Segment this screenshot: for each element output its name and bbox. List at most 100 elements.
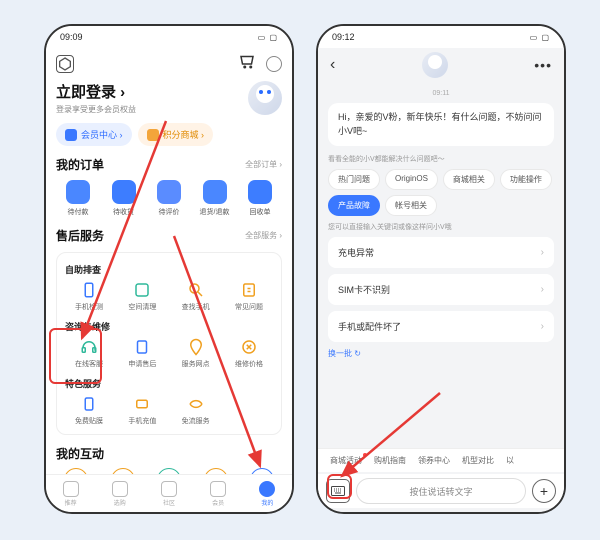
- top-bar: [56, 48, 282, 79]
- order-refund[interactable]: 退货/退款: [195, 180, 235, 217]
- quick-row: 商城活动 购机指南 领券中心 机型对比 以: [318, 448, 564, 472]
- quick-more[interactable]: 以: [506, 455, 514, 466]
- service-more[interactable]: 全部服务 ›: [245, 230, 282, 241]
- list-charging[interactable]: 充电异常›: [328, 237, 554, 268]
- chat-icon: [157, 180, 181, 204]
- keyboard-button[interactable]: [326, 479, 350, 503]
- find-phone[interactable]: 查找手机: [172, 280, 220, 312]
- doc-icon: [132, 337, 152, 357]
- nav-mine[interactable]: 我的: [259, 481, 275, 507]
- pill-row: 会员中心 › 积分商城 ›: [56, 123, 282, 146]
- headset-icon: [79, 337, 99, 357]
- voice-input[interactable]: 按住说话转文字: [356, 478, 526, 504]
- phone-check[interactable]: 手机检测: [65, 280, 113, 312]
- status-time: 09:12: [332, 32, 355, 42]
- theme-icon[interactable]: [266, 56, 282, 72]
- phone-right: 09:12 ▭ ▢ ‹ ••• 09:11 Hi，亲爱的V粉，新年快乐！有什么问…: [316, 24, 566, 514]
- faq[interactable]: 常见问题: [225, 280, 273, 312]
- phone-icon: [79, 280, 99, 300]
- box-icon: [112, 180, 136, 204]
- chip-product-fault[interactable]: 产品故障: [328, 195, 380, 216]
- orders-head: 我的订单 全部订单 ›: [56, 156, 282, 173]
- login-sub: 登录享受更多会员权益: [56, 104, 136, 115]
- cart-icon[interactable]: [238, 52, 256, 75]
- chip-account[interactable]: 帐号相关: [385, 195, 437, 216]
- orders-row: 待付款 待收货 待评价 退货/退款 回收单: [56, 180, 282, 217]
- apply-service[interactable]: 申请售后: [118, 337, 166, 369]
- free-flow[interactable]: 免流服务: [172, 394, 220, 426]
- more-icon[interactable]: •••: [534, 57, 552, 73]
- order-pending-receive[interactable]: 待收货: [104, 180, 144, 217]
- chevron-right-icon: ›: [541, 321, 544, 332]
- status-icons: ▭ ▢: [258, 33, 278, 42]
- order-pending-pay[interactable]: 待付款: [58, 180, 98, 217]
- chevron-right-icon: ›: [541, 284, 544, 295]
- phone-recharge[interactable]: 手机充值: [118, 394, 166, 426]
- content-area: 立即登录 › 登录享受更多会员权益 会员中心 › 积分商城 › 我的订单 全部订…: [46, 48, 292, 474]
- order-pending-review[interactable]: 待评价: [149, 180, 189, 217]
- greeting-bubble: Hi，亲爱的V粉，新年快乐！有什么问题，不妨问问小V吧~: [328, 103, 554, 146]
- nav-recommend[interactable]: 推荐: [63, 481, 79, 507]
- orders-title: 我的订单: [56, 156, 104, 173]
- price-icon: [239, 337, 259, 357]
- service-head: 售后服务 全部服务 ›: [56, 227, 282, 244]
- order-recycle[interactable]: 回收单: [240, 180, 280, 217]
- nav-member[interactable]: 会员: [210, 481, 226, 507]
- search-icon: [186, 280, 206, 300]
- phone-left: 09:09 ▭ ▢ 立即登录 › 登录享受更多会员权益 会员中心 › 积分商城 …: [44, 24, 294, 514]
- chevron-right-icon: ›: [541, 247, 544, 258]
- list-sim[interactable]: SIM卡不识别›: [328, 274, 554, 305]
- online-service[interactable]: 在线客服: [65, 337, 113, 369]
- service-card: 自助排查 手机检测 空间清理 查找手机 常见问题 咨询与维修 在线客服 申请售后…: [56, 252, 282, 435]
- chip-hot[interactable]: 热门问题: [328, 169, 380, 190]
- chip-originos[interactable]: OriginOS: [385, 169, 438, 190]
- wallet-icon: [66, 180, 90, 204]
- quick-compare[interactable]: 机型对比: [462, 455, 494, 466]
- orders-more[interactable]: 全部订单 ›: [245, 159, 282, 170]
- status-time: 09:09: [60, 32, 83, 42]
- status-bar: 09:12 ▭ ▢: [318, 26, 564, 48]
- hint-2: 您可以直接输入关键词或像这样问小V哦: [328, 222, 554, 232]
- flow-icon: [186, 394, 206, 414]
- quick-activity[interactable]: 商城活动: [330, 455, 362, 466]
- chat-screen: ‹ ••• 09:11 Hi，亲爱的V粉，新年快乐！有什么问题，不妨问问小V吧~…: [318, 48, 564, 512]
- refund-icon: [203, 180, 227, 204]
- repair-price[interactable]: 维修价格: [225, 337, 273, 369]
- heart-icon: [63, 481, 79, 497]
- points-mall-pill[interactable]: 积分商城 ›: [138, 123, 214, 146]
- member-center-pill[interactable]: 会员中心 ›: [56, 123, 132, 146]
- hint-1: 看看全能的小V都能解决什么问题吧～: [328, 154, 554, 164]
- space-clean[interactable]: 空间清理: [118, 280, 166, 312]
- chip-mall[interactable]: 商城相关: [443, 169, 495, 190]
- film-icon: [79, 394, 99, 414]
- consult-title: 咨询与维修: [65, 320, 273, 333]
- refresh-button[interactable]: 换一批 ↻: [328, 348, 554, 359]
- avatar[interactable]: [248, 81, 282, 115]
- list-broken[interactable]: 手机或配件坏了›: [328, 311, 554, 342]
- quick-guide[interactable]: 购机指南: [374, 455, 406, 466]
- interact-title: 我的互动: [56, 445, 104, 462]
- plus-button[interactable]: +: [532, 479, 556, 503]
- chip-function[interactable]: 功能操作: [500, 169, 552, 190]
- community-icon: [161, 481, 177, 497]
- bottom-nav: 推荐 选购 社区 会员 我的: [46, 474, 292, 512]
- service-title: 售后服务: [56, 227, 104, 244]
- chip-row: 热门问题 OriginOS 商城相关 功能操作 产品故障 帐号相关: [328, 169, 554, 216]
- status-bar: 09:09 ▭ ▢: [46, 26, 292, 48]
- special-title: 特色服务: [65, 377, 273, 390]
- service-points[interactable]: 服务网点: [172, 337, 220, 369]
- input-row: 按住说话转文字 +: [318, 474, 564, 508]
- login-row[interactable]: 立即登录 › 登录享受更多会员权益: [56, 81, 282, 115]
- free-film[interactable]: 免费贴膜: [65, 394, 113, 426]
- chat-header: ‹ •••: [318, 48, 564, 82]
- nav-community[interactable]: 社区: [161, 481, 177, 507]
- user-icon: [259, 481, 275, 497]
- back-icon[interactable]: ‹: [330, 56, 335, 74]
- nav-shop[interactable]: 选购: [112, 481, 128, 507]
- diamond-icon: [65, 129, 77, 141]
- quick-coupon[interactable]: 领券中心: [418, 455, 450, 466]
- bot-avatar: [422, 52, 448, 78]
- location-icon: [186, 337, 206, 357]
- settings-icon[interactable]: [56, 55, 74, 73]
- badge-dot: [363, 453, 367, 457]
